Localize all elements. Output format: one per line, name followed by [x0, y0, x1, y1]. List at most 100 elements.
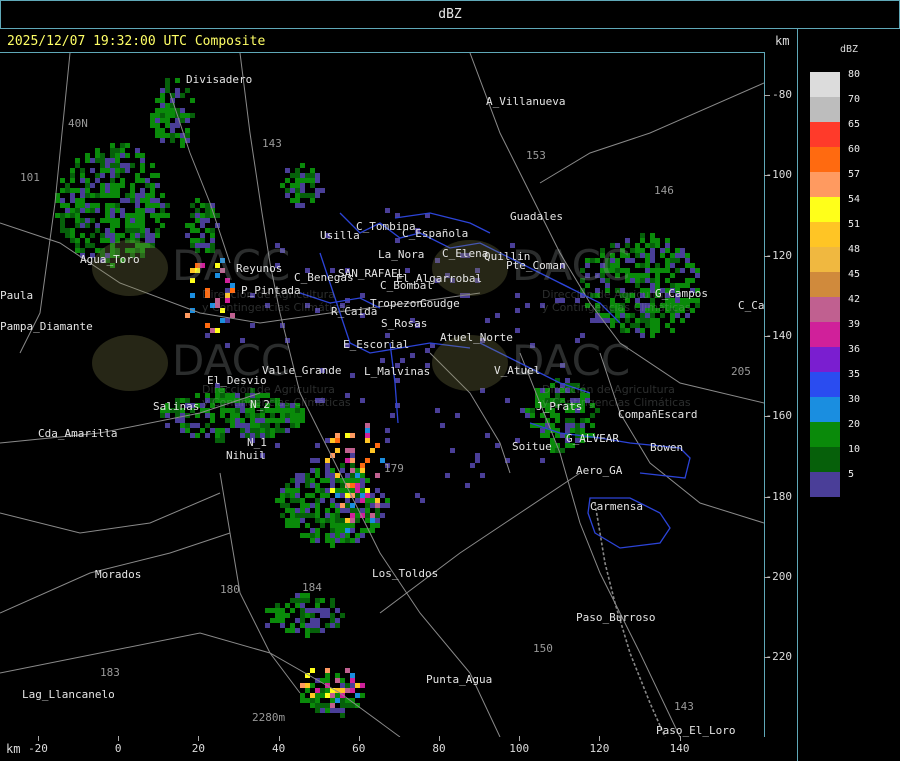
x-tick-mark: [679, 736, 681, 741]
legend-swatch: [810, 447, 840, 472]
place-label: Goudge: [420, 297, 460, 310]
x-tick-label: 0: [114, 742, 122, 755]
route-label: 205: [731, 365, 751, 378]
x-tick-label: 120: [589, 742, 610, 755]
x-tick-mark: [439, 736, 440, 741]
place-label: Paula: [0, 289, 34, 302]
watermark-logo: DACCDirección de Agriculturay Contingenc…: [432, 335, 691, 409]
route-label: 184: [302, 581, 322, 594]
legend-label: 57: [848, 169, 861, 180]
radar-display: dBZ DACC Dirección de Agricultura y Cont…: [0, 0, 900, 761]
x-tick-label: 60: [352, 742, 366, 755]
route-label: 153: [526, 149, 546, 162]
place-label: R_Caida: [331, 305, 378, 318]
legend-label: 10: [848, 444, 861, 455]
route-label: 183: [100, 666, 120, 679]
legend-swatch: [810, 172, 840, 197]
place-label: Divisadero: [186, 73, 253, 86]
x-tick-label: 20: [191, 742, 206, 755]
legend-swatch: [810, 122, 840, 147]
legend-label: 39: [848, 319, 861, 330]
route-label: 179: [384, 462, 404, 475]
x-tick-mark: [278, 736, 280, 741]
x-tick-label: 100: [509, 742, 530, 755]
legend-swatch: [810, 97, 840, 122]
place-label: Paso_El_Loro: [656, 724, 736, 737]
y-tick-label: -160: [765, 409, 793, 423]
legend-swatch: [810, 397, 840, 422]
place-label: L_Malvinas: [364, 365, 431, 378]
place-label: C_Española: [402, 227, 469, 240]
svg-text:DACC: DACC: [512, 336, 630, 385]
y-tick-label: -180: [765, 489, 793, 503]
svg-text:y Contingencias Climáticas: y Contingencias Climáticas: [202, 301, 351, 314]
y-tick-label: -100: [765, 168, 793, 182]
legend-swatch: [810, 272, 840, 297]
place-label: Aero_GA: [576, 464, 623, 477]
legend-label: 48: [848, 244, 861, 255]
legend-swatch: [810, 472, 840, 497]
x-tick-label: 40: [271, 742, 286, 755]
place-label: Salinas: [153, 400, 200, 413]
place-label: G_Campos: [655, 287, 708, 300]
place-label: Nihuil: [226, 449, 266, 462]
legend-swatch: [810, 147, 840, 172]
place-label: P_Pintada: [241, 284, 301, 297]
place-label: El_Desvio: [207, 374, 267, 387]
x-tick-label: 80: [432, 742, 446, 755]
legend-label: 70: [848, 94, 861, 105]
legend-swatch: [810, 222, 840, 247]
place-label: S_Rosas: [381, 317, 428, 330]
place-label: Atuel_Norte: [440, 331, 513, 344]
legend-swatch: [810, 322, 840, 347]
place-label: C_Bombal: [380, 279, 433, 292]
x-tick-mark: [519, 736, 521, 741]
legend-label: 35: [848, 369, 861, 380]
legend-label: 51: [848, 219, 861, 230]
place-label: C_Campos: [738, 299, 765, 312]
x-tick-label: -20: [28, 742, 48, 755]
route-label: 2280m: [252, 711, 286, 724]
place-label: Guadales: [510, 210, 563, 223]
place-label: A_Villanueva: [486, 95, 566, 108]
radar-map[interactable]: DACC Dirección de Agricultura y Contingenc…: [0, 52, 765, 737]
place-label: Punta_Agua: [426, 673, 493, 686]
legend-swatch: [810, 197, 840, 222]
place-label: Los_Toldos: [372, 567, 439, 580]
x-tick-mark: [198, 736, 200, 741]
route-label: 40N: [68, 117, 88, 130]
legend-swatch: [810, 247, 840, 272]
legend-label: 36: [848, 344, 861, 355]
place-label: C_Elena: [442, 247, 489, 260]
legend-swatch: [810, 422, 840, 447]
route-label: 146: [654, 184, 674, 197]
place-label: Morados: [95, 568, 142, 581]
legend-label: 60: [848, 144, 861, 155]
map-canvas: DACCDirección de Agricultura y Contingenc…: [0, 53, 764, 737]
legend-label: 65: [848, 119, 861, 130]
legend-label: 42: [848, 294, 861, 305]
svg-text:y Contingencias Climáticas: y Contingencias Climáticas: [202, 396, 351, 409]
x-tick-mark: [38, 736, 39, 741]
place-label: G_ALVEAR: [566, 432, 619, 445]
legend-swatch: [810, 297, 840, 322]
legend-label: 30: [848, 394, 861, 405]
place-label: Tropezon: [370, 297, 423, 310]
place-label: Soitue: [512, 440, 552, 453]
place-label: Agua_Toro: [80, 253, 140, 266]
x-tick-mark: [118, 736, 120, 741]
route-label: 143: [674, 700, 694, 713]
place-label: Usilla: [320, 229, 360, 242]
place-label: Valle_Grande: [262, 364, 342, 377]
y-tick-label: -80: [772, 88, 792, 101]
header-bar: dBZ: [0, 0, 900, 29]
place-label: Carmensa: [590, 500, 643, 513]
place-label: V_Atuel: [494, 364, 541, 377]
y-tick-label: -220: [765, 650, 793, 664]
legend-label: 5: [848, 469, 855, 480]
route-label: 101: [20, 171, 40, 184]
legend-label: 20: [848, 419, 861, 430]
unit-label-top: km: [775, 34, 790, 48]
legend-label: 54: [848, 194, 861, 205]
svg-text:y Contingencias Climáticas: y Contingencias Climáticas: [542, 301, 691, 314]
